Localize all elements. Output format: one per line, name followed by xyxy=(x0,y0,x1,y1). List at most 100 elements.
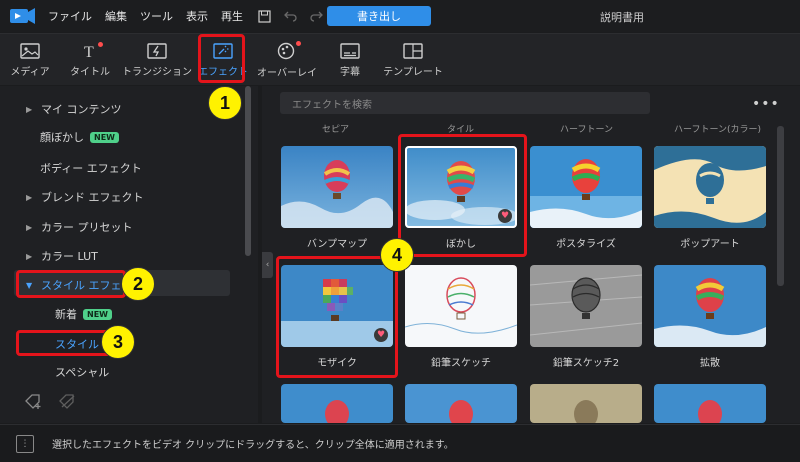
project-title: 説明書用 xyxy=(600,11,644,24)
add-tag-icon[interactable] xyxy=(24,392,44,410)
sidebar-item-face-blur[interactable]: 顔ぼかし NEW xyxy=(40,129,119,145)
menu-view[interactable]: 表示 xyxy=(186,8,208,24)
title-new-dot xyxy=(98,42,103,47)
effect-name: ポップアート xyxy=(680,239,740,250)
effect-name: 鉛筆スケッチ2 xyxy=(552,358,620,369)
expand-arrow-icon: ▶ xyxy=(26,251,33,261)
media-icon xyxy=(20,42,40,59)
tool-tabs: メディア T タイトル トランジション エフェクト オーバーレイ 字幕 テンプレ… xyxy=(0,33,800,85)
menu-tools[interactable]: ツール xyxy=(140,8,173,24)
effect-search-input[interactable]: エフェクトを検索 xyxy=(280,92,650,114)
sidebar-item-label: ブレンド エフェクト xyxy=(41,191,144,204)
effect-thumbnail xyxy=(405,265,517,347)
sidebar-item-label: マイ コンテンツ xyxy=(41,103,122,116)
effect-card-row3[interactable] xyxy=(405,384,517,423)
collapse-sidebar-button[interactable]: ‹ xyxy=(262,252,273,278)
tab-subtitle[interactable]: 字幕 xyxy=(334,34,366,86)
new-badge: NEW xyxy=(83,308,112,320)
status-message: 選択したエフェクトをビデオ クリップにドラッグすると、クリップ全体に適用されます… xyxy=(52,440,454,451)
menu-playback[interactable]: 再生 xyxy=(221,8,243,24)
effect-name: 拡散 xyxy=(700,358,720,369)
effect-thumbnail xyxy=(654,384,766,423)
transition-icon xyxy=(147,42,167,59)
remove-tag-icon[interactable] xyxy=(58,392,78,410)
sidebar-item-color-lut[interactable]: ▶ カラー LUT xyxy=(26,248,98,264)
tab-overlay[interactable]: オーバーレイ xyxy=(257,34,317,86)
expand-arrow-icon: ▶ xyxy=(26,104,33,114)
effect-card-pencil-sketch-2[interactable]: 鉛筆スケッチ2 xyxy=(530,265,642,369)
redo-icon[interactable] xyxy=(308,8,324,24)
effect-thumbnail xyxy=(530,384,642,423)
effect-thumbnail xyxy=(281,146,393,228)
tab-subtitle-label: 字幕 xyxy=(340,66,360,78)
effect-card-pop-art[interactable]: ポップアート xyxy=(654,146,766,250)
effect-thumbnail xyxy=(530,146,642,228)
callout-1: 1 xyxy=(208,86,242,120)
sidebar-item-label: 新着 xyxy=(55,308,77,321)
sidebar-item-special[interactable]: スペシャル xyxy=(55,364,109,380)
title-bar: ファイル 編集 ツール 表示 再生 書き出し 説明書用 xyxy=(0,0,800,32)
sidebar-item-blend-effect[interactable]: ▶ ブレンド エフェクト xyxy=(26,189,144,205)
menu-edit[interactable]: 編集 xyxy=(105,8,127,24)
menu-file[interactable]: ファイル xyxy=(48,8,92,24)
tab-media[interactable]: メディア xyxy=(10,34,50,86)
sidebar-item-my-contents[interactable]: ▶ マイ コンテンツ xyxy=(26,101,122,117)
sidebar-item-new[interactable]: 新着 NEW xyxy=(55,306,112,322)
effect-name: ポスタライズ xyxy=(556,239,616,250)
effect-card-pencil-sketch[interactable]: 鉛筆スケッチ xyxy=(405,265,517,369)
app-logo-icon xyxy=(10,8,35,24)
effect-thumbnail xyxy=(530,265,642,347)
tab-media-label: メディア xyxy=(10,66,50,78)
effect-label-cut: セピア xyxy=(322,125,350,135)
annotation-box-blur xyxy=(398,134,527,257)
drag-hint-icon: ⋮ xyxy=(16,434,34,453)
effects-scrollbar[interactable] xyxy=(777,126,784,286)
more-options-button[interactable]: ••• xyxy=(752,96,780,112)
sidebar-item-body-effect[interactable]: ボディー エフェクト xyxy=(40,160,142,176)
sidebar-scrollbar[interactable] xyxy=(245,86,251,256)
effect-thumbnail xyxy=(654,146,766,228)
effect-card-diffuse[interactable]: 拡散 xyxy=(654,265,766,369)
effect-thumbnail xyxy=(405,384,517,423)
callout-4: 4 xyxy=(380,238,414,272)
effect-card-bumpmap[interactable]: バンプマップ xyxy=(281,146,393,250)
subtitle-icon xyxy=(340,42,360,59)
save-icon[interactable] xyxy=(256,8,272,24)
annotation-box-mosaic xyxy=(276,256,398,378)
effect-card-posterize[interactable]: ポスタライズ xyxy=(530,146,642,250)
tab-transition-label: トランジション xyxy=(122,66,192,78)
overlay-icon xyxy=(277,42,295,59)
tab-transition[interactable]: トランジション xyxy=(122,34,192,86)
export-button[interactable]: 書き出し xyxy=(327,6,431,26)
status-bar: ⋮ 選択したエフェクトをビデオ クリップにドラッグすると、クリップ全体に適用され… xyxy=(0,424,800,462)
expand-arrow-icon: ▶ xyxy=(26,222,33,232)
sidebar-item-label: カラー LUT xyxy=(41,250,98,263)
sidebar-item-label: スペシャル xyxy=(55,366,110,379)
tab-overlay-label: オーバーレイ xyxy=(257,67,317,79)
effect-thumbnail xyxy=(281,384,393,423)
expand-arrow-icon: ▶ xyxy=(26,192,33,202)
title-icon: T xyxy=(84,44,94,59)
effect-thumbnail xyxy=(654,265,766,347)
tab-title[interactable]: T タイトル xyxy=(70,34,110,86)
tab-template-label: テンプレート xyxy=(383,66,443,78)
category-sidebar: ▶ マイ コンテンツ 顔ぼかし NEW ボディー エフェクト ▶ ブレンド エフ… xyxy=(0,86,258,423)
tab-template[interactable]: テンプレート xyxy=(382,34,444,86)
effect-label-cut: ハーフトーン(カラー) xyxy=(674,125,762,135)
sidebar-item-label: 顔ぼかし xyxy=(40,131,84,144)
svg-text:T: T xyxy=(84,44,94,59)
effect-card-row3[interactable] xyxy=(530,384,642,423)
sidebar-item-label: カラー プリセット xyxy=(41,221,133,234)
sidebar-item-label: ボディー エフェクト xyxy=(40,162,142,175)
template-icon xyxy=(403,42,423,59)
annotation-box-effect-tab xyxy=(198,34,245,83)
effect-name: バンプマップ xyxy=(306,239,368,250)
effect-card-row3[interactable] xyxy=(281,384,393,423)
callout-2: 2 xyxy=(121,267,155,301)
undo-icon[interactable] xyxy=(282,8,298,24)
callout-3: 3 xyxy=(101,325,135,359)
new-badge: NEW xyxy=(90,131,119,143)
sidebar-item-color-preset[interactable]: ▶ カラー プリセット xyxy=(26,219,133,235)
effect-card-row3[interactable] xyxy=(654,384,766,423)
tab-title-label: タイトル xyxy=(70,66,110,78)
